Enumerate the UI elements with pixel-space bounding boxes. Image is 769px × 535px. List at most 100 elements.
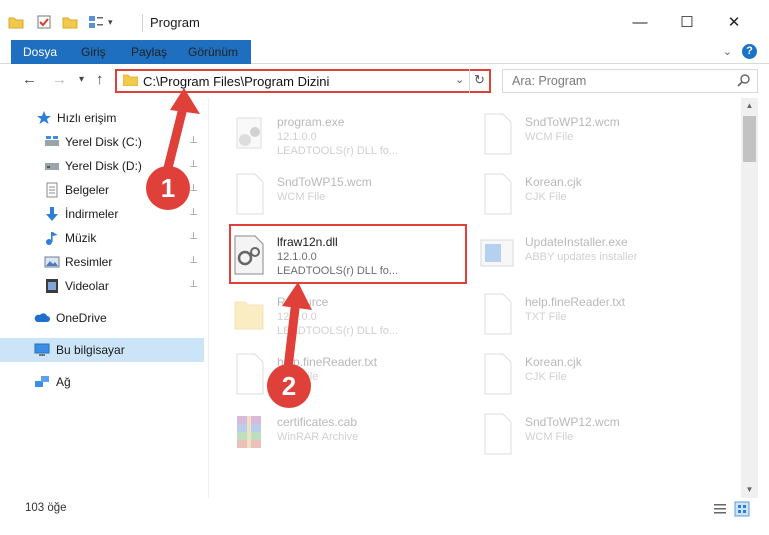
blank-file-icon bbox=[236, 353, 264, 395]
file-item[interactable]: help.fineReader.txt TXT File bbox=[209, 344, 449, 402]
star-icon bbox=[37, 111, 51, 124]
sidebar-item-label: Yerel Disk (D:) bbox=[65, 159, 142, 173]
sidebar-item-quick-access[interactable]: Hızlı erişim bbox=[0, 106, 204, 130]
back-button[interactable]: ← bbox=[22, 71, 37, 88]
file-name: UpdateInstaller.exe bbox=[525, 235, 628, 249]
file-name: Korean.cjk bbox=[525, 355, 582, 369]
scrollbar-thumb[interactable] bbox=[743, 116, 756, 162]
folder-icon bbox=[234, 301, 264, 330]
sidebar-item-label: Resimler bbox=[65, 255, 113, 269]
file-type: CJK File bbox=[525, 371, 567, 383]
expand-ribbon-chevron-icon[interactable]: ⌄ bbox=[723, 45, 732, 58]
refresh-button[interactable]: ↻ bbox=[469, 69, 489, 93]
quick-access-toolbar: ▾ bbox=[8, 12, 113, 32]
file-item[interactable]: SndToWP12.wcm WCM File bbox=[457, 404, 697, 462]
file-item[interactable]: SndToWP12.wcm WCM File bbox=[457, 104, 697, 162]
view-options-icon[interactable] bbox=[88, 15, 104, 29]
help-icon[interactable]: ? bbox=[742, 44, 757, 59]
navigation-pane: Hızlı erişim Yerel Disk (C:) ⊥ Yerel Dis… bbox=[0, 98, 208, 498]
address-row: ← → ▾ ↑ C:\Program Files\Program Dizini … bbox=[0, 64, 769, 98]
file-item[interactable]: Korean.cjk CJK File bbox=[457, 344, 697, 402]
up-button[interactable]: ↑ bbox=[96, 71, 104, 88]
ribbon-controls: ⌄ ? bbox=[723, 44, 757, 59]
sidebar-item-music[interactable]: Müzik ⊥ bbox=[0, 226, 204, 250]
window-title: Program bbox=[150, 15, 200, 30]
recent-locations-button[interactable]: ▾ bbox=[79, 74, 84, 85]
sidebar-item-label: Bu bilgisayar bbox=[56, 343, 125, 357]
blank-file-icon bbox=[484, 293, 512, 335]
vertical-scrollbar[interactable]: ▲ ▼ bbox=[741, 98, 758, 498]
music-icon bbox=[46, 232, 58, 245]
sidebar-item-label: İndirmeler bbox=[65, 207, 119, 221]
sidebar-item-label: Videolar bbox=[65, 279, 109, 293]
sidebar-item-network[interactable]: Ağ bbox=[0, 370, 204, 394]
network-icon bbox=[35, 376, 49, 387]
file-item[interactable]: UpdateInstaller.exe ABBY updates install… bbox=[457, 224, 697, 282]
file-name: SndToWP12.wcm bbox=[525, 415, 620, 429]
file-name: Korean.cjk bbox=[525, 175, 582, 189]
forward-button[interactable]: → bbox=[52, 71, 67, 88]
address-bar[interactable]: C:\Program Files\Program Dizini ⌄ ↻ bbox=[115, 69, 491, 93]
file-description: LEADTOOLS(r) DLL fo... bbox=[277, 325, 399, 337]
details-view-icon[interactable] bbox=[712, 501, 728, 517]
minimize-button[interactable]: — bbox=[617, 8, 663, 36]
file-list: program.exe 12.1.0.0 LEADTOOLS(r) DLL fo… bbox=[209, 98, 741, 498]
item-count: 103 öğe bbox=[25, 502, 67, 514]
sidebar-item-pictures[interactable]: Resimler ⊥ bbox=[0, 250, 204, 274]
search-icon[interactable] bbox=[737, 73, 751, 87]
maximize-button[interactable]: ☐ bbox=[664, 8, 710, 36]
file-item[interactable]: certificates.cab WinRAR Archive bbox=[209, 404, 449, 462]
properties-icon[interactable] bbox=[36, 14, 52, 30]
file-type: WCM File bbox=[525, 131, 574, 143]
title-separator bbox=[142, 14, 143, 32]
sidebar-item-this-pc[interactable]: Bu bilgisayar bbox=[0, 338, 204, 362]
pin-icon: ⊥ bbox=[189, 159, 198, 170]
file-item[interactable]: Korean.cjk CJK File bbox=[457, 164, 697, 222]
sidebar-item-onedrive[interactable]: OneDrive bbox=[0, 306, 204, 330]
file-item[interactable]: SndToWP15.wcm WCM File bbox=[209, 164, 449, 222]
sidebar-item-label: Yerel Disk (C:) bbox=[65, 135, 142, 149]
file-type: WinRAR Archive bbox=[277, 431, 359, 443]
sidebar-item-label: OneDrive bbox=[56, 311, 107, 325]
sidebar-item-local-disk-c[interactable]: Yerel Disk (C:) ⊥ bbox=[0, 130, 204, 154]
sidebar-item-videos[interactable]: Videolar ⊥ bbox=[0, 274, 204, 298]
videos-icon bbox=[46, 279, 58, 293]
download-icon bbox=[46, 207, 58, 221]
file-item[interactable]: Resource 12.1.0.0 LEADTOOLS(r) DLL fo... bbox=[209, 284, 449, 342]
search-box[interactable]: Ara: Program bbox=[502, 69, 758, 93]
file-item[interactable]: help.fineReader.txt TXT File bbox=[457, 284, 697, 342]
address-dropdown-icon[interactable]: ⌄ bbox=[455, 73, 464, 86]
file-item[interactable]: program.exe 12.1.0.0 LEADTOOLS(r) DLL fo… bbox=[209, 104, 449, 162]
search-placeholder[interactable]: Ara: Program bbox=[512, 74, 586, 88]
blank-file-icon bbox=[236, 173, 264, 215]
new-folder-icon[interactable] bbox=[62, 15, 78, 29]
tab-view[interactable]: Görünüm bbox=[177, 40, 249, 64]
file-name: Resource bbox=[277, 295, 329, 309]
folder-icon bbox=[123, 74, 138, 86]
exe-icon bbox=[236, 117, 262, 149]
address-path[interactable]: C:\Program Files\Program Dizini bbox=[143, 74, 329, 89]
cloud-icon bbox=[34, 313, 50, 322]
computer-icon bbox=[34, 343, 50, 356]
drive-icon bbox=[45, 163, 59, 170]
file-description: LEADTOOLS(r) DLL fo... bbox=[277, 145, 399, 157]
folder-icon bbox=[8, 17, 24, 29]
tab-home[interactable]: Giriş bbox=[70, 40, 117, 64]
customize-toolbar-chevron-icon[interactable]: ▾ bbox=[108, 17, 113, 28]
close-button[interactable]: ✕ bbox=[711, 8, 757, 36]
file-type: TXT File bbox=[525, 311, 567, 323]
file-type: WCM File bbox=[525, 431, 574, 443]
annotation-callout-1: 1 bbox=[146, 166, 190, 210]
large-icons-view-icon[interactable] bbox=[734, 501, 750, 517]
pin-icon: ⊥ bbox=[189, 207, 198, 218]
scroll-down-icon[interactable]: ▼ bbox=[741, 482, 758, 498]
title-bar: ▾ Program — ☐ ✕ bbox=[0, 0, 769, 40]
sidebar-item-label: Ağ bbox=[56, 375, 71, 389]
pin-icon: ⊥ bbox=[189, 183, 198, 194]
ribbon-tabs: Dosya Giriş Paylaş Görünüm ⌄ ? bbox=[0, 40, 769, 98]
winrar-icon bbox=[237, 416, 261, 448]
file-description: ABBY updates installer bbox=[525, 251, 638, 263]
blank-file-icon bbox=[484, 413, 512, 455]
scroll-up-icon[interactable]: ▲ bbox=[741, 98, 758, 114]
tab-share[interactable]: Paylaş bbox=[120, 40, 178, 64]
